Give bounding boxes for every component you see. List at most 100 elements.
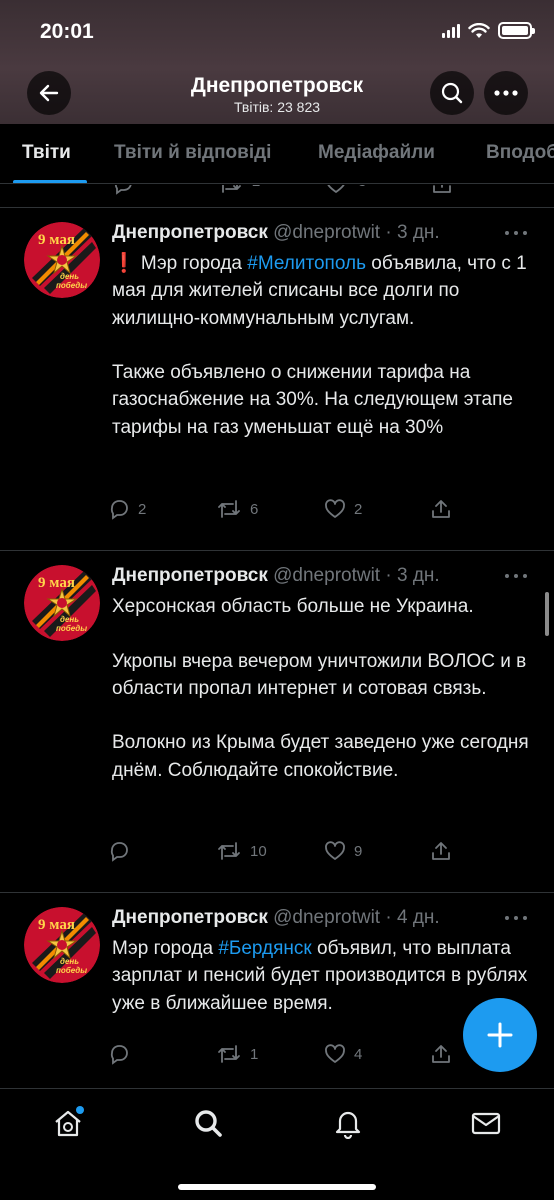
share-icon[interactable] (431, 185, 453, 195)
tweet[interactable]: 9 мая день победы Днепропетровск @dnepro… (0, 551, 554, 893)
like-count: 9 (354, 842, 363, 860)
reply-button[interactable]: 2 (108, 498, 146, 520)
retweet-button[interactable]: 10 (216, 840, 267, 862)
victory-day-avatar-image: 9 мая день победы (24, 907, 100, 983)
tab-tweets[interactable]: Твіти (22, 142, 71, 164)
author-name[interactable]: Днепропетровск (112, 907, 268, 928)
search-icon (441, 82, 463, 104)
status-icons (442, 22, 535, 39)
tweet-header: Днепропетровск @dneprotwit · 3 дн. (112, 565, 440, 587)
scrollbar[interactable] (545, 592, 549, 636)
author-handle[interactable]: @dneprotwit (273, 222, 380, 243)
avatar[interactable]: 9 мая день победы (24, 565, 100, 641)
retweet-icon[interactable] (218, 185, 242, 195)
author-handle[interactable]: @dneprotwit (273, 565, 380, 586)
reply-icon (110, 1045, 128, 1065)
share-button[interactable] (430, 498, 452, 520)
tweet[interactable]: 9 мая день победы Днепропетровск @dnepro… (0, 208, 554, 550)
plus-icon (487, 1022, 513, 1048)
cellular-signal-icon (442, 23, 460, 38)
status-bar: 20:01 (0, 0, 554, 64)
share-icon (432, 842, 450, 860)
reply-button[interactable] (108, 1043, 138, 1065)
tweet-time: · 3 дн. (385, 222, 440, 243)
search-icon (195, 1110, 222, 1137)
tweet-header: Днепропетровск @dneprotwit · 3 дн. (112, 222, 440, 244)
reply-button[interactable] (108, 840, 138, 862)
like-count: 4 (354, 1045, 363, 1063)
tweet-actions: 10 9 (108, 840, 450, 866)
like-button[interactable]: 2 (324, 498, 362, 520)
avatar[interactable]: 9 мая день победы (24, 222, 100, 298)
tweet-actions: 1 4 (108, 1043, 450, 1069)
svg-text:день: день (60, 272, 79, 281)
share-icon (432, 1045, 450, 1063)
tab-likes[interactable]: Вподобання (486, 142, 554, 164)
author-name[interactable]: Днепропетровск (112, 222, 268, 243)
nav-notifications[interactable] (330, 1105, 366, 1141)
tweet-header: Днепропетровск @dneprotwit · 4 дн. (112, 907, 440, 929)
reply-icon (110, 500, 128, 520)
retweet-icon (218, 500, 240, 518)
share-button[interactable] (430, 1043, 452, 1065)
tab-media[interactable]: Медіафайли (318, 142, 435, 164)
nav-messages[interactable] (468, 1105, 504, 1141)
like-button[interactable]: 4 (324, 1043, 362, 1065)
nav-search[interactable] (190, 1105, 226, 1141)
hashtag-link[interactable]: #Бердянск (218, 938, 311, 959)
like-icon (325, 1044, 345, 1063)
home-icon (55, 1106, 84, 1137)
tweet-text: Мэр города #Бердянск объявил, что выплат… (112, 938, 533, 1014)
retweet-icon (218, 1045, 240, 1063)
nav-home[interactable] (50, 1105, 86, 1141)
avatar[interactable]: 9 мая день победы (24, 907, 100, 983)
share-button[interactable] (430, 840, 452, 862)
profile-header: 20:01 Днепропетровск Твітів: 23 823 (0, 0, 554, 124)
battery-icon (498, 22, 535, 39)
more-options-button[interactable] (484, 71, 528, 115)
tab-tweets-and-replies[interactable]: Твіти й відповіді (114, 142, 271, 164)
retweet-button[interactable]: 1 (216, 1043, 258, 1065)
hashtag-link[interactable]: #Мелитополь (247, 253, 366, 274)
reply-icon[interactable] (112, 185, 134, 195)
victory-day-avatar-image: 9 мая день победы (24, 565, 100, 641)
reply-count: 2 (138, 500, 147, 518)
compose-tweet-button[interactable] (463, 998, 537, 1072)
previous-retweet-count: 2 (252, 185, 260, 190)
notification-dot (76, 1106, 84, 1114)
svg-text:победы: победы (56, 281, 87, 290)
author-handle[interactable]: @dneprotwit (273, 907, 380, 928)
retweet-icon (218, 842, 240, 860)
victory-day-avatar-image: 9 мая день победы (24, 222, 100, 298)
svg-text:победы: победы (56, 624, 87, 633)
previous-like-count: 3 (358, 185, 366, 190)
tweet-more-icon[interactable] (503, 228, 529, 238)
tweet-more-icon[interactable] (503, 571, 529, 581)
svg-text:9 мая: 9 мая (38, 232, 75, 248)
share-icon (432, 500, 450, 518)
profile-tabs: Твіти Твіти й відповіді Медіафайли Вподо… (0, 124, 554, 184)
retweet-count: 10 (250, 842, 267, 860)
tweet-feed[interactable]: 2 3 9 мая день победы Днепропетровск (0, 185, 554, 1088)
retweet-count: 6 (250, 500, 259, 518)
bell-icon (335, 1111, 361, 1139)
like-icon (325, 841, 345, 860)
tweet-time: · 4 дн. (385, 907, 440, 928)
svg-text:день: день (60, 615, 79, 624)
search-button[interactable] (430, 71, 474, 115)
status-time: 20:01 (40, 20, 94, 43)
like-icon[interactable] (325, 185, 347, 195)
tweet-text: ❗ Мэр города #Мелитополь объявила, что с… (112, 253, 527, 438)
like-count: 2 (354, 500, 363, 518)
active-tab-indicator (13, 180, 87, 183)
retweet-button[interactable]: 6 (216, 498, 258, 520)
author-name[interactable]: Днепропетровск (112, 565, 268, 586)
previous-tweet-actions: 2 3 (0, 185, 554, 207)
tweet-more-icon[interactable] (503, 913, 529, 923)
more-horizontal-icon (494, 90, 518, 96)
like-button[interactable]: 9 (324, 840, 362, 862)
home-indicator (178, 1184, 376, 1190)
retweet-count: 1 (250, 1045, 259, 1063)
tweet-actions: 2 6 2 (108, 498, 450, 524)
envelope-icon (471, 1112, 501, 1135)
